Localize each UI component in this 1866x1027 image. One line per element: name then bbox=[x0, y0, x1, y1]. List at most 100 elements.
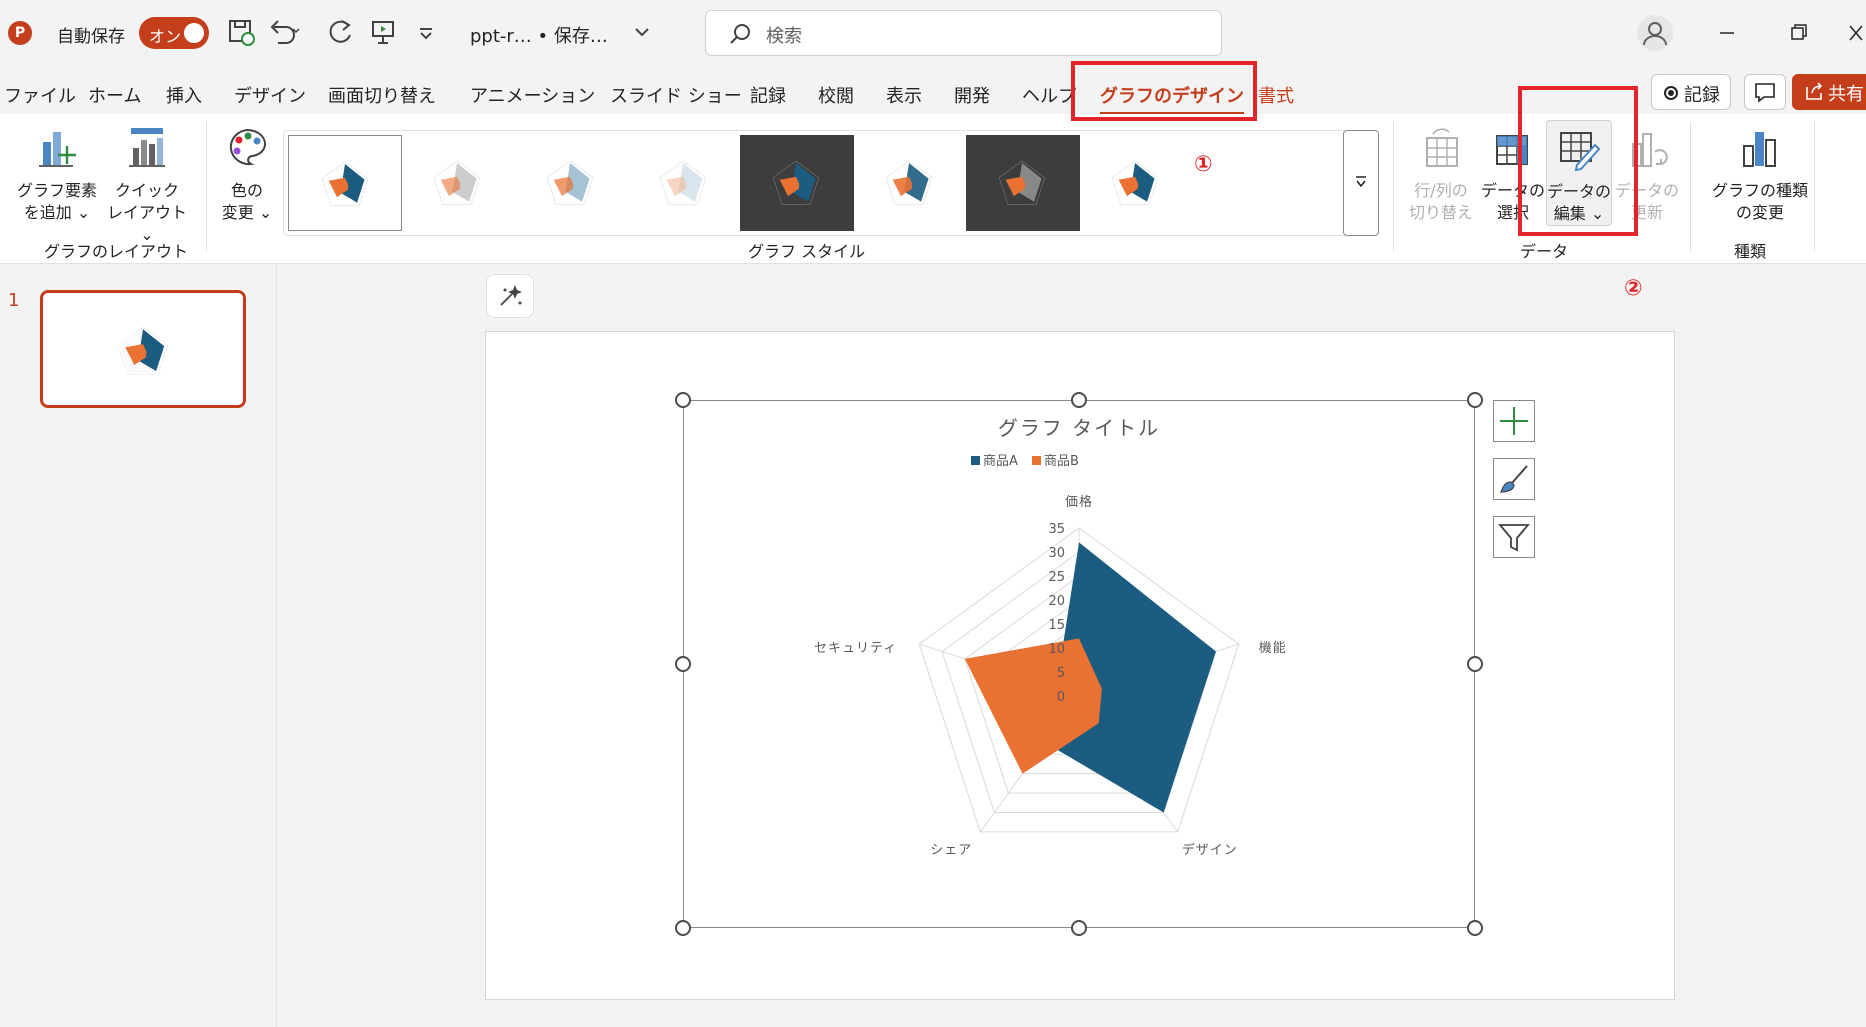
chart-style-preview bbox=[546, 160, 594, 205]
title-bar: P 自動保存 オン ppt-r… • 保存… 検索 bbox=[0, 0, 1866, 68]
tab-developer[interactable]: 開発 bbox=[954, 82, 990, 108]
tab-view[interactable]: 表示 bbox=[886, 82, 922, 108]
ribbon-separator bbox=[1690, 122, 1691, 252]
resize-handle[interactable] bbox=[675, 392, 691, 408]
add-chart-element-button[interactable]: グラフ要素 を追加 ⌄ bbox=[14, 124, 100, 224]
tab-home[interactable]: ホーム bbox=[88, 82, 141, 108]
powerpoint-logo-icon: P bbox=[8, 21, 32, 45]
comments-button[interactable] bbox=[1744, 74, 1786, 110]
minimize-icon[interactable] bbox=[1712, 18, 1742, 48]
chart-filters-button[interactable] bbox=[1493, 516, 1535, 558]
change-chart-type-label-2: の変更 bbox=[1735, 203, 1784, 222]
change-colors-label-1: 色の bbox=[230, 181, 263, 200]
comment-icon bbox=[1755, 83, 1775, 103]
chart-style-option[interactable] bbox=[401, 135, 515, 231]
brush-icon bbox=[1500, 465, 1528, 493]
tab-design[interactable]: デザイン bbox=[234, 82, 306, 108]
gallery-expand-icon bbox=[1356, 176, 1366, 188]
change-chart-type-button[interactable]: グラフの種類 の変更 bbox=[1702, 124, 1818, 224]
restore-icon[interactable] bbox=[1784, 18, 1814, 48]
tab-review[interactable]: 校閲 bbox=[818, 82, 854, 108]
group-label-layout: グラフのレイアウト bbox=[44, 242, 189, 261]
record-button[interactable]: 記録 bbox=[1651, 74, 1731, 110]
group-label-data: データ bbox=[1520, 242, 1569, 261]
present-icon[interactable] bbox=[368, 17, 400, 49]
designer-sparkle-icon bbox=[500, 285, 522, 306]
chart-styles-button[interactable] bbox=[1493, 458, 1535, 500]
ribbon-separator bbox=[1393, 122, 1394, 252]
record-label: 記録 bbox=[1684, 85, 1720, 106]
chart-style-option[interactable] bbox=[288, 135, 402, 231]
resize-handle[interactable] bbox=[1071, 920, 1087, 936]
switch-row-column-icon bbox=[1426, 128, 1458, 167]
slide-thumbnail[interactable] bbox=[40, 290, 246, 408]
avatar[interactable] bbox=[1637, 15, 1673, 51]
share-button[interactable]: 共有 bbox=[1792, 74, 1866, 110]
quick-layout-button[interactable]: クイック レイアウト ⌄ bbox=[104, 124, 190, 246]
autosave-toggle-label: オン bbox=[149, 27, 182, 46]
resize-handle[interactable] bbox=[1071, 392, 1087, 408]
chart-elements-button[interactable] bbox=[1493, 400, 1535, 442]
quick-layout-label-1: クイック bbox=[114, 181, 179, 200]
chart-style-gallery bbox=[283, 130, 1347, 236]
chart-style-option[interactable] bbox=[627, 135, 741, 231]
chart-style-option[interactable] bbox=[853, 135, 967, 231]
undo-icon[interactable] bbox=[268, 17, 300, 49]
share-icon bbox=[1806, 82, 1823, 100]
chevron-down-icon[interactable] bbox=[630, 17, 662, 49]
toggle-knob bbox=[184, 23, 204, 43]
ribbon-separator bbox=[206, 122, 207, 252]
tab-animations[interactable]: アニメーション bbox=[470, 82, 595, 108]
plus-icon bbox=[1500, 407, 1528, 435]
share-label: 共有 bbox=[1828, 84, 1864, 105]
chart-style-option[interactable] bbox=[1079, 135, 1193, 231]
search-icon bbox=[728, 22, 752, 50]
annotation-box-1 bbox=[1071, 61, 1257, 121]
chart-style-option[interactable] bbox=[966, 135, 1080, 231]
quick-layout-icon bbox=[129, 128, 165, 167]
customize-qat-icon[interactable] bbox=[414, 17, 446, 49]
resize-handle[interactable] bbox=[675, 920, 691, 936]
add-chart-element-label-2: を追加 ⌄ bbox=[23, 203, 91, 222]
switch-row-column-label-1: 行/列の bbox=[1414, 181, 1468, 200]
change-chart-type-icon bbox=[1743, 132, 1776, 167]
resize-handle[interactable] bbox=[1467, 392, 1483, 408]
add-chart-element-label-1: グラフ要素 bbox=[16, 181, 97, 200]
close-icon[interactable] bbox=[1846, 18, 1866, 48]
chart-style-preview bbox=[885, 160, 933, 205]
chart-style-option[interactable] bbox=[740, 135, 854, 231]
add-chart-element-icon bbox=[39, 132, 76, 167]
change-colors-button[interactable]: 色の 変更 ⌄ bbox=[214, 124, 280, 224]
search-box[interactable]: 検索 bbox=[705, 10, 1222, 56]
pane-divider bbox=[276, 264, 277, 1027]
autosave-toggle[interactable]: オン bbox=[139, 17, 209, 49]
designer-button[interactable] bbox=[486, 274, 534, 318]
change-chart-type-label-1: グラフの種類 bbox=[1711, 181, 1808, 200]
resize-handle[interactable] bbox=[1467, 656, 1483, 672]
document-title[interactable]: ppt-r… • 保存… bbox=[470, 22, 608, 48]
chart-style-preview bbox=[772, 160, 820, 205]
gallery-more-button[interactable] bbox=[1343, 130, 1379, 236]
chart-style-option[interactable] bbox=[514, 135, 628, 231]
chart-style-preview bbox=[998, 160, 1046, 205]
palette-icon bbox=[229, 128, 267, 166]
tab-record[interactable]: 記録 bbox=[750, 82, 786, 108]
tab-slideshow[interactable]: スライド ショー bbox=[610, 82, 742, 108]
tab-transitions[interactable]: 画面切り替え bbox=[328, 82, 436, 108]
resize-handle[interactable] bbox=[675, 656, 691, 672]
chart-style-preview bbox=[1111, 160, 1159, 205]
tab-help[interactable]: ヘルプ bbox=[1022, 82, 1076, 108]
switch-row-column-button[interactable]: 行/列の 切り替え bbox=[1406, 124, 1476, 224]
tab-file[interactable]: ファイル bbox=[4, 82, 76, 108]
redo-icon[interactable] bbox=[326, 17, 358, 49]
chart-style-preview bbox=[659, 160, 707, 205]
resize-handle[interactable] bbox=[1467, 920, 1483, 936]
record-icon bbox=[1664, 86, 1678, 100]
tab-format[interactable]: 書式 bbox=[1258, 82, 1294, 108]
save-icon[interactable] bbox=[226, 17, 258, 49]
group-label-type: 種類 bbox=[1734, 242, 1767, 261]
annotation-box-2 bbox=[1518, 86, 1638, 236]
slide-number: 1 bbox=[8, 290, 20, 311]
tab-insert[interactable]: 挿入 bbox=[166, 82, 202, 108]
annotation-number-1: ① bbox=[1194, 152, 1213, 177]
